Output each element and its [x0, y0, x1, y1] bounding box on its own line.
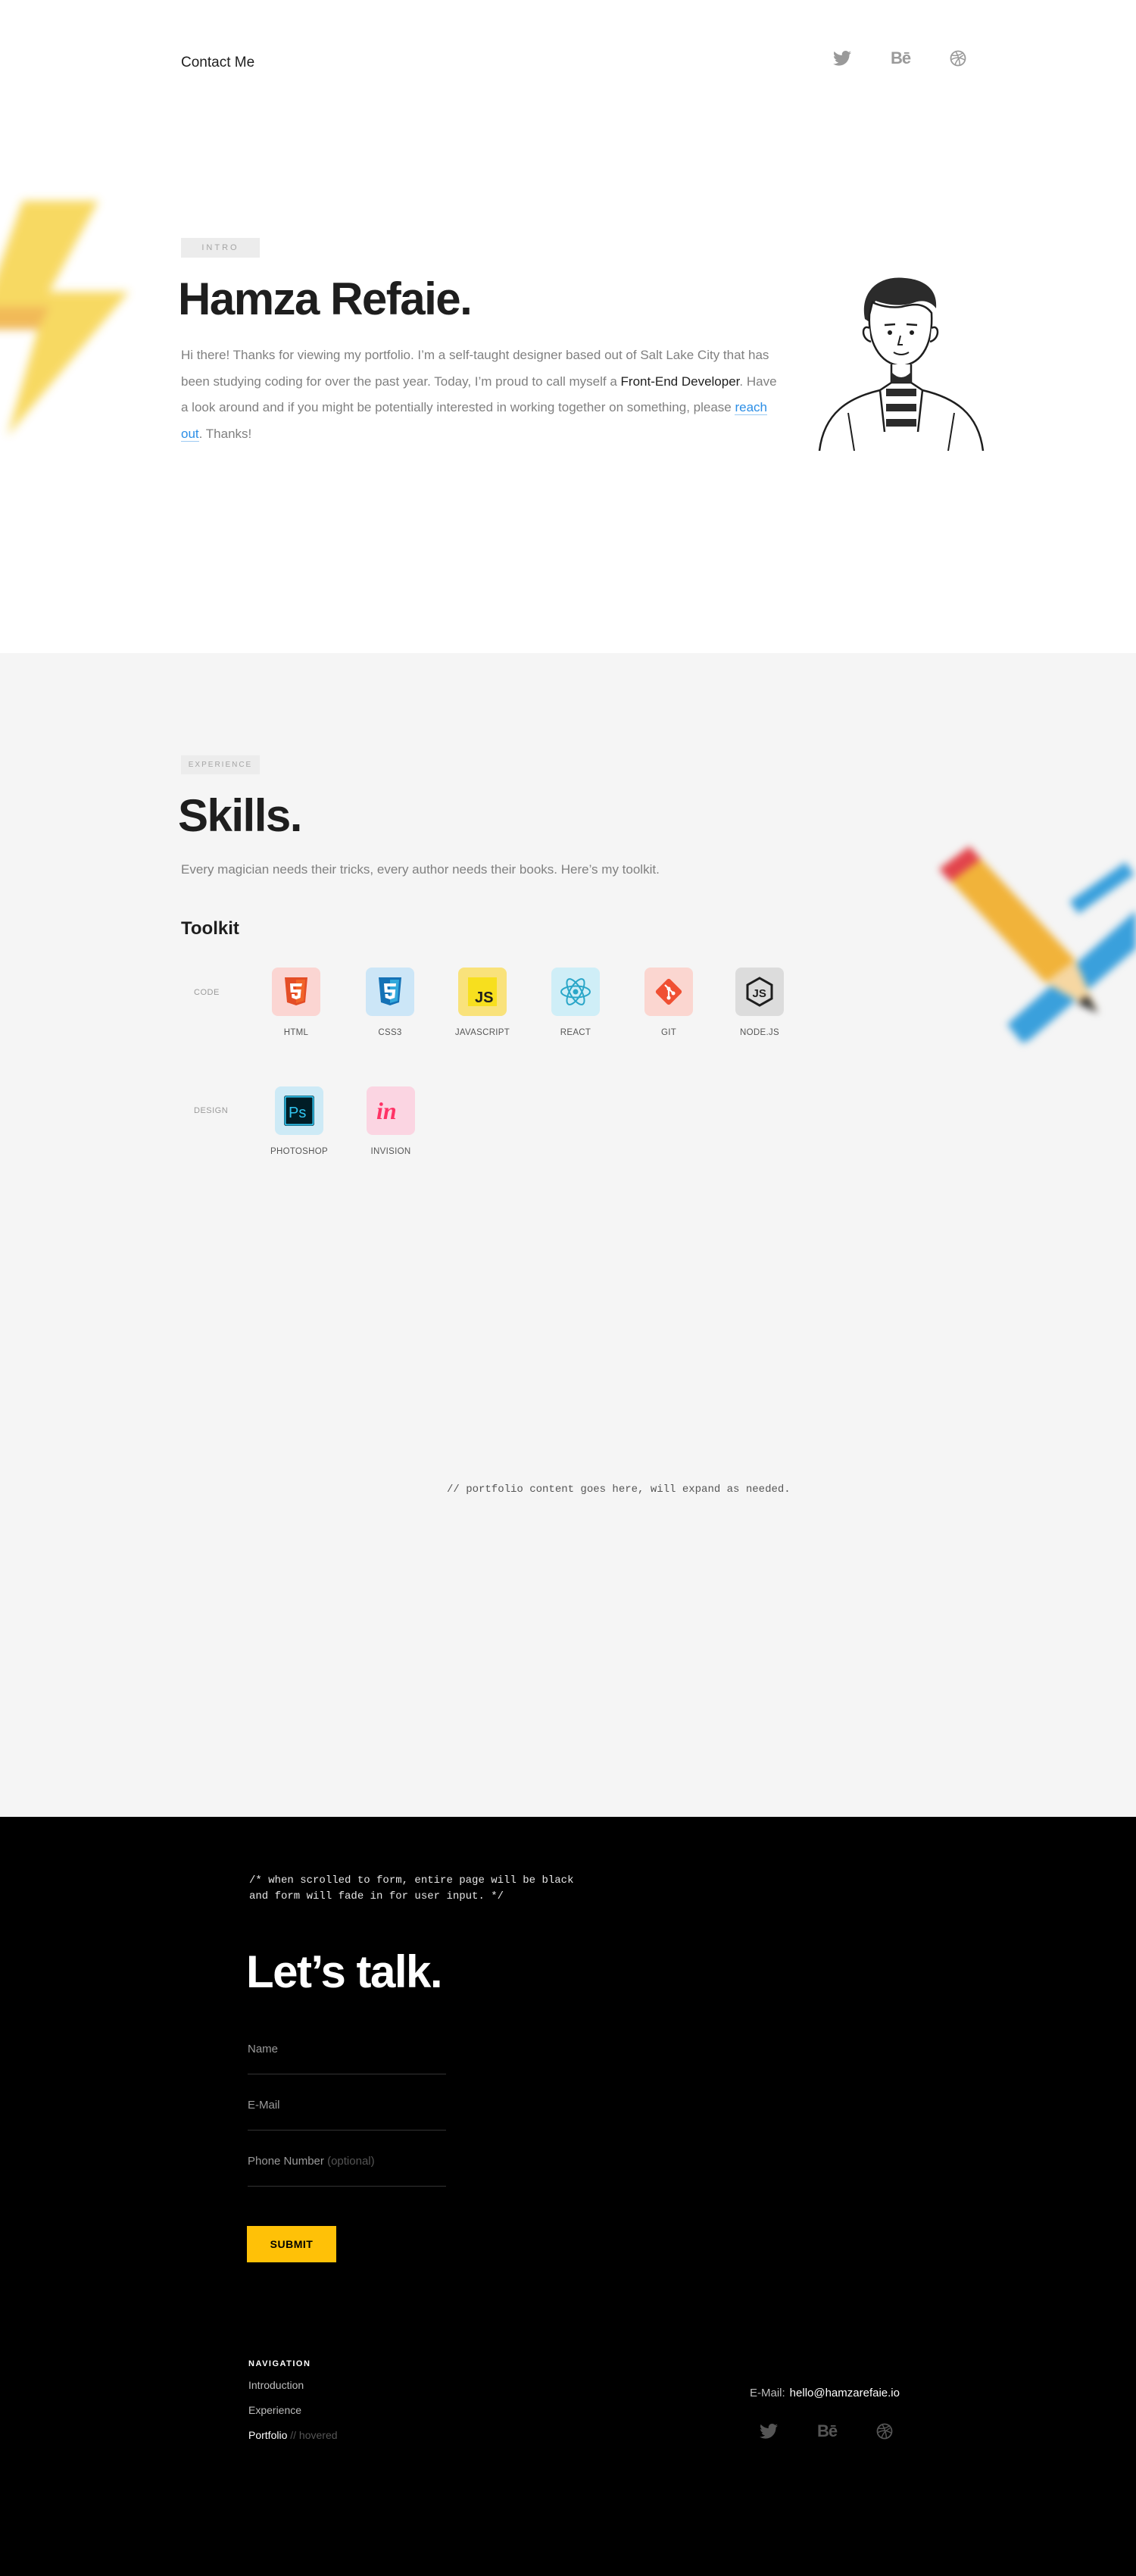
- behance-icon[interactable]: Bē: [891, 50, 911, 67]
- behance-icon[interactable]: Bē: [817, 2423, 838, 2440]
- tool-name: HTML: [283, 1028, 309, 1037]
- intro-paragraph: Hi there! Thanks for viewing my portfoli…: [181, 342, 787, 447]
- phone-label-text: Phone Number: [248, 2155, 324, 2168]
- pencil-ruler-illustration: [939, 846, 1136, 1043]
- phone-field-label: Phone Number (optional): [248, 2155, 375, 2168]
- contact-section: /* when scrolled to form, entire page wi…: [0, 1817, 1136, 2576]
- tool-name: GIT: [660, 1028, 677, 1037]
- email-field[interactable]: E-Mail: [248, 2099, 446, 2131]
- toolkit-title: Toolkit: [181, 918, 239, 939]
- tool-nodejs: JS NODE.JS: [718, 968, 801, 1037]
- contact-title: Let’s talk.: [246, 1946, 443, 1997]
- svg-text:in: in: [376, 1097, 397, 1124]
- tool-react: REACT: [534, 968, 617, 1037]
- intro-text-part: . Thanks!: [198, 426, 252, 441]
- name-field[interactable]: Name: [248, 2043, 446, 2074]
- nav-link-portfolio[interactable]: Portfolio: [248, 2429, 287, 2441]
- invision-icon: in: [367, 1086, 415, 1135]
- tool-name: REACT: [560, 1028, 591, 1037]
- tool-name: JAVASCRIPT: [454, 1028, 510, 1037]
- portfolio-placeholder-note: // portfolio content goes here, will exp…: [447, 1483, 791, 1496]
- react-icon: [551, 968, 600, 1016]
- name-field-label: Name: [248, 2043, 279, 2055]
- code-note-line: and form will fade in for user input. */: [249, 1890, 504, 1902]
- design-row-label: DESIGN: [194, 1106, 229, 1115]
- svg-text:JS: JS: [475, 989, 493, 1006]
- javascript-icon: JS: [458, 968, 507, 1016]
- header-social-links: Bē: [833, 50, 966, 67]
- hover-note: // hovered: [290, 2429, 338, 2441]
- nav-link-portfolio-row: Portfolio // hovered: [248, 2429, 338, 2441]
- intro-highlight: Front-End Developer: [620, 374, 740, 389]
- tool-name: INVISION: [370, 1147, 411, 1156]
- email-address-link[interactable]: hello@hamzarefaie.io: [790, 2387, 900, 2399]
- contact-me-link[interactable]: Contact Me: [181, 55, 254, 71]
- tool-css3: CSS3: [348, 968, 432, 1037]
- html5-icon: [272, 968, 320, 1016]
- intro-tag: INTRO: [181, 238, 260, 258]
- submit-button[interactable]: SUBMIT: [247, 2226, 336, 2262]
- tool-invision: in INVISION: [349, 1086, 432, 1156]
- nodejs-icon: JS: [735, 968, 784, 1016]
- skills-subtitle: Every magician needs their tricks, every…: [181, 862, 660, 877]
- footer-social-links: Bē: [760, 2423, 893, 2440]
- phone-field[interactable]: Phone Number (optional): [248, 2155, 446, 2187]
- nav-link-experience[interactable]: Experience: [248, 2404, 301, 2416]
- email-label: E-Mail:: [750, 2387, 785, 2399]
- site-header: Contact Me Bē: [0, 0, 1136, 129]
- skills-section: EXPERIENCE Skills. Every magician needs …: [0, 653, 1136, 1817]
- dribbble-icon[interactable]: [876, 2423, 893, 2440]
- tool-html: HTML: [254, 968, 338, 1037]
- twitter-icon[interactable]: [760, 2424, 778, 2439]
- tool-photoshop: Ps PHOTOSHOP: [257, 1086, 341, 1156]
- tool-name: PHOTOSHOP: [270, 1147, 328, 1156]
- svg-text:JS: JS: [753, 987, 766, 1000]
- twitter-icon[interactable]: [833, 51, 851, 66]
- tool-name: CSS3: [378, 1028, 402, 1037]
- code-row-label: CODE: [194, 988, 220, 997]
- git-icon: [644, 968, 693, 1016]
- intro-section: INTRO Hamza Refaie. Hi there! Thanks for…: [0, 129, 1136, 653]
- tool-git: GIT: [627, 968, 710, 1037]
- lightning-bolt-illustration: [0, 201, 129, 436]
- dribbble-icon[interactable]: [950, 50, 966, 67]
- footer-nav-title: NAVIGATION: [248, 2359, 311, 2368]
- experience-tag: EXPERIENCE: [181, 755, 260, 774]
- phone-optional-hint: (optional): [327, 2155, 375, 2168]
- skills-title: Skills.: [178, 790, 302, 841]
- tool-name: NODE.JS: [740, 1028, 779, 1037]
- css3-icon: [366, 968, 414, 1016]
- nav-link-introduction[interactable]: Introduction: [248, 2379, 304, 2391]
- photoshop-icon: Ps: [275, 1086, 323, 1135]
- code-comment-note: /* when scrolled to form, entire page wi…: [249, 1873, 573, 1905]
- page-title: Hamza Refaie.: [178, 274, 473, 324]
- svg-text:Ps: Ps: [289, 1105, 306, 1121]
- avatar-illustration: [818, 277, 985, 451]
- email-field-label: E-Mail: [248, 2099, 280, 2112]
- footer-email: E-Mail: hello@hamzarefaie.io: [750, 2387, 900, 2399]
- tool-javascript: JS JAVASCRIPT: [441, 968, 524, 1037]
- code-note-line: /* when scrolled to form, entire page wi…: [249, 1874, 574, 1887]
